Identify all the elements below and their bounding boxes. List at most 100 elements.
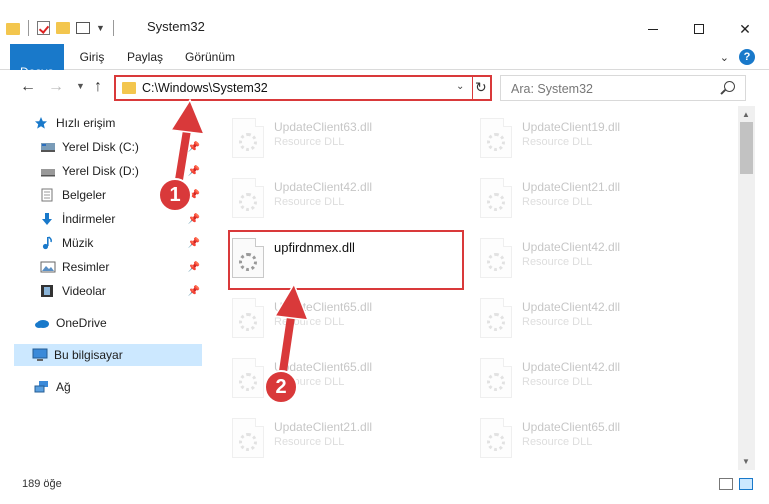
pictures-icon — [40, 260, 56, 274]
sidebar-item-label: OneDrive — [56, 316, 107, 330]
sidebar-item-disk-c[interactable]: Yerel Disk (C:) 📌 — [0, 136, 206, 158]
file-name: UpdateClient42.dll — [522, 240, 621, 254]
gear-icon — [239, 133, 257, 151]
quick-access-toolbar: ▼ — [6, 20, 116, 36]
maximize-button[interactable] — [676, 14, 722, 44]
view-toggle — [719, 478, 753, 490]
sidebar-item-this-pc[interactable]: Bu bilgisayar — [14, 344, 202, 366]
highlight-box — [228, 230, 464, 290]
file-name: UpdateClient21.dll — [274, 420, 373, 434]
file-name: UpdateClient65.dll — [522, 420, 621, 434]
address-bar[interactable]: C:\Windows\System32 ⌄ ↻ — [114, 75, 492, 101]
list-item[interactable]: UpdateClient65.dll Resource DLL — [476, 412, 706, 468]
gear-icon — [487, 193, 505, 211]
file-name: UpdateClient42.dll — [522, 360, 621, 374]
window-title: System32 — [147, 19, 205, 34]
chevron-down-icon[interactable]: ⌄ — [456, 81, 464, 92]
scroll-down-icon[interactable]: ▼ — [742, 457, 750, 466]
list-item[interactable]: UpdateClient42.dll Resource DLL — [228, 172, 458, 228]
file-description: Resource DLL — [274, 436, 345, 448]
properties-check-icon[interactable] — [37, 21, 50, 35]
pin-icon[interactable]: 📌 — [188, 262, 200, 273]
list-item[interactable]: UpdateClient63.dll Resource DLL — [228, 112, 458, 168]
cloud-icon — [34, 316, 50, 330]
star-icon — [34, 116, 50, 130]
chevron-down-icon[interactable]: ▼ — [96, 23, 105, 33]
divider — [28, 20, 29, 36]
step-badge-1: 1 — [158, 178, 192, 212]
tab-home[interactable]: Giriş — [74, 44, 110, 70]
drive-icon — [40, 140, 56, 154]
dll-file-icon — [480, 118, 512, 158]
up-arrow-icon[interactable]: ↑ — [94, 78, 102, 96]
forward-arrow-icon[interactable]: → — [48, 78, 64, 96]
video-icon — [40, 284, 56, 298]
sidebar-item-label: Yerel Disk (C:) — [62, 140, 139, 154]
file-description: Resource DLL — [274, 136, 345, 148]
search-placeholder: Ara: System32 — [511, 82, 593, 96]
dll-file-icon — [480, 298, 512, 338]
list-item[interactable]: UpdateClient42.dll Resource DLL — [476, 292, 706, 348]
folder-icon — [122, 82, 136, 94]
file-name: UpdateClient63.dll — [274, 120, 373, 134]
pin-icon[interactable]: 📌 — [188, 214, 200, 225]
sidebar-item-label: Bu bilgisayar — [54, 348, 123, 362]
sidebar-item-label: Hızlı erişim — [56, 116, 116, 130]
list-item[interactable]: UpdateClient65.dll Resource DLL — [228, 292, 458, 348]
list-item[interactable]: UpdateClient42.dll Resource DLL — [476, 232, 706, 288]
customize-icon[interactable] — [76, 22, 90, 34]
ribbon-controls: ⌄ ? — [720, 49, 755, 65]
new-folder-icon[interactable] — [56, 22, 70, 34]
drive-icon — [40, 164, 56, 178]
sidebar-item-pictures[interactable]: Resimler 📌 — [0, 256, 206, 278]
search-icon[interactable] — [724, 81, 735, 92]
list-item[interactable]: UpdateClient19.dll Resource DLL — [476, 112, 706, 168]
pin-icon[interactable]: 📌 — [188, 166, 200, 177]
file-description: Resource DLL — [522, 376, 593, 388]
pin-icon[interactable]: 📌 — [188, 142, 200, 153]
gear-icon — [487, 133, 505, 151]
recent-locations-icon[interactable]: ▼ — [76, 81, 85, 91]
minimize-icon — [648, 28, 658, 30]
search-input[interactable]: Ara: System32 — [500, 75, 746, 101]
file-description: Resource DLL — [274, 196, 345, 208]
pin-icon[interactable]: 📌 — [188, 286, 200, 297]
expand-ribbon-icon[interactable]: ⌄ — [720, 51, 729, 64]
gear-icon — [239, 433, 257, 451]
back-arrow-icon[interactable]: ← — [20, 78, 36, 96]
sidebar-item-videos[interactable]: Videolar 📌 — [0, 280, 206, 302]
sidebar-item-network[interactable]: Ağ — [0, 376, 206, 398]
sidebar-item-label: Müzik — [62, 236, 94, 250]
refresh-icon[interactable]: ↻ — [475, 79, 487, 96]
minimize-button[interactable] — [630, 14, 676, 44]
tab-share[interactable]: Paylaş — [124, 44, 166, 70]
scroll-thumb[interactable] — [740, 122, 753, 174]
folder-icon[interactable] — [6, 22, 20, 35]
scroll-up-icon[interactable]: ▲ — [742, 110, 750, 119]
divider — [112, 20, 114, 36]
pin-icon[interactable]: 📌 — [188, 238, 200, 249]
details-view-icon[interactable] — [719, 478, 733, 490]
sidebar-item-music[interactable]: Müzik 📌 — [0, 232, 206, 254]
tiles-view-icon[interactable] — [739, 478, 753, 490]
address-path[interactable]: C:\Windows\System32 — [142, 81, 268, 95]
dll-file-icon — [232, 358, 264, 398]
gear-icon — [239, 313, 257, 331]
gear-icon — [239, 373, 257, 391]
list-item[interactable]: UpdateClient21.dll Resource DLL — [228, 412, 458, 468]
sidebar-item-label: Resimler — [62, 260, 110, 274]
close-button[interactable]: ✕ — [722, 14, 768, 44]
navigation-pane: Hızlı erişim Yerel Disk (C:) 📌 Yerel Dis… — [0, 106, 206, 470]
file-description: Resource DLL — [522, 316, 593, 328]
help-icon[interactable]: ? — [739, 49, 755, 65]
sidebar-item-label: İndirmeler — [62, 212, 116, 226]
file-name: UpdateClient21.dll — [522, 180, 621, 194]
tab-view[interactable]: Görünüm — [180, 44, 240, 70]
sidebar-item-quick-access[interactable]: Hızlı erişim — [0, 112, 206, 134]
list-item[interactable]: UpdateClient42.dll Resource DLL — [476, 352, 706, 408]
list-item[interactable]: UpdateClient65.dll Resource DLL — [228, 352, 458, 408]
list-item[interactable]: UpdateClient21.dll Resource DLL — [476, 172, 706, 228]
vertical-scrollbar[interactable]: ▲ ▼ — [738, 106, 755, 470]
dll-file-icon — [232, 178, 264, 218]
sidebar-item-onedrive[interactable]: OneDrive — [0, 312, 206, 334]
